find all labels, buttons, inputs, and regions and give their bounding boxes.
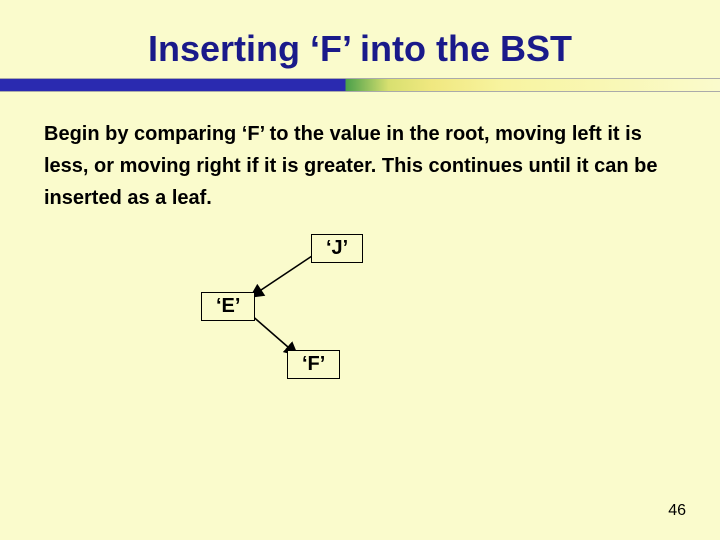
tree-node-f: ‘F’ — [287, 350, 340, 379]
edge-e-to-f — [250, 314, 296, 354]
slide-title: Inserting ‘F’ into the BST — [0, 0, 720, 78]
bst-diagram: ‘J’ ‘E’ ‘F’ — [0, 214, 720, 434]
slide-body-text: Begin by comparing ‘F’ to the value in t… — [0, 92, 720, 214]
page-number: 46 — [668, 502, 686, 520]
title-divider — [0, 78, 720, 92]
tree-node-j: ‘J’ — [311, 234, 363, 263]
edge-j-to-e — [252, 256, 312, 296]
tree-node-e: ‘E’ — [201, 292, 255, 321]
